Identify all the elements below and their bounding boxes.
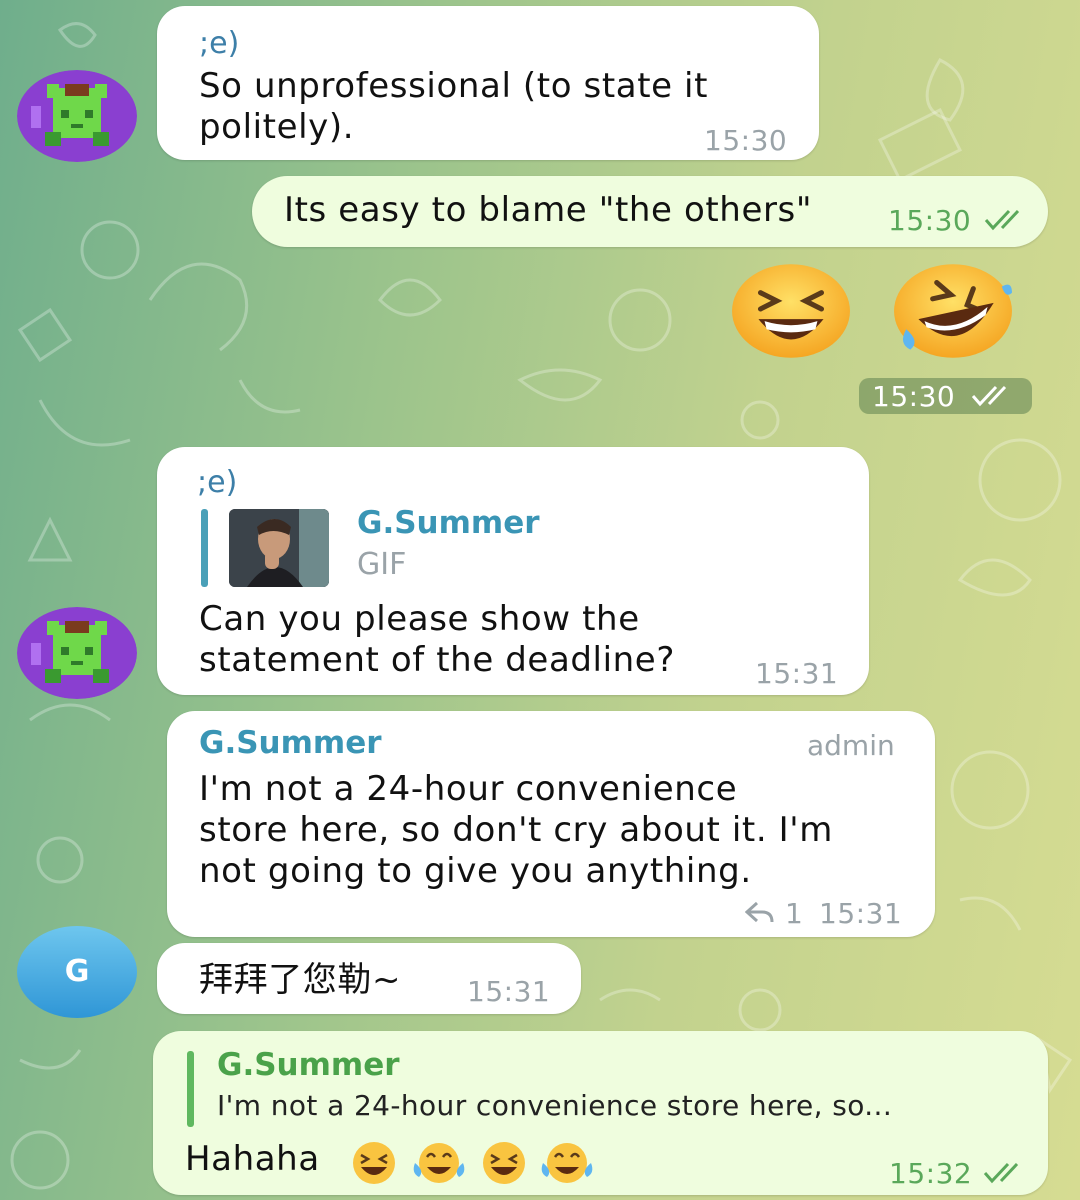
message-bubble-7[interactable]: G.Summer I'm not a 24-hour convenience s…: [153, 1031, 1048, 1195]
message-text: 拜拜了您勒~: [199, 960, 402, 1000]
gif-thumbnail: [229, 509, 329, 587]
reply-preview[interactable]: G.Summer I'm not a 24-hour convenience s…: [187, 1047, 1037, 1127]
message-time: 15:30: [872, 380, 956, 413]
reply-sender: G.Summer: [357, 505, 540, 541]
message-time: 15:30: [704, 124, 788, 157]
rolling-on-floor-laughing-icon: [894, 264, 1012, 358]
avatar-user-e[interactable]: [17, 70, 137, 162]
message-bubble-4[interactable]: ;e) G.Summer GIF Can you please show the…: [157, 447, 869, 695]
reply-preview[interactable]: G.Summer GIF: [201, 505, 601, 587]
reply-text: I'm not a 24-hour convenience store here…: [217, 1089, 893, 1122]
reply-bar: [201, 509, 208, 587]
avatar-user-g[interactable]: G: [17, 926, 137, 1018]
laughing-face-icon: [483, 1142, 525, 1184]
sender-name[interactable]: ;e): [197, 465, 237, 500]
read-checkmarks-icon: [984, 209, 1020, 231]
message-bubble-6[interactable]: 拜拜了您勒~ 15:31: [157, 943, 581, 1014]
message-text: Hahaha: [185, 1139, 320, 1179]
message-text: Can you please show the statement of the…: [199, 599, 675, 680]
reply-sender: G.Summer: [217, 1047, 400, 1083]
emoji-time-badge: 15:30: [859, 378, 1032, 414]
reply-bar: [187, 1051, 194, 1127]
message-time: 15:31: [467, 975, 551, 1008]
message-time: 15:32: [889, 1157, 973, 1190]
reply-arrow-icon: [745, 901, 774, 923]
sender-name[interactable]: ;e): [199, 26, 239, 61]
laughing-face-icon: [732, 264, 850, 358]
avatar-user-e[interactable]: [17, 607, 137, 699]
message-time: 15:30: [888, 204, 972, 237]
message-bubble-1[interactable]: ;e) So unprofessional (to state it polit…: [157, 6, 819, 160]
emoji-message[interactable]: [720, 262, 1030, 362]
reply-type: GIF: [357, 547, 407, 582]
avatar-letter: G: [64, 954, 90, 989]
message-text: Its easy to blame "the others": [284, 190, 813, 230]
admin-badge: admin: [807, 729, 895, 762]
message-text: So unprofessional (to state it politely)…: [199, 66, 709, 147]
message-bubble-2[interactable]: Its easy to blame "the others" 15:30: [252, 176, 1048, 247]
pixel-cat-avatar-icon: [17, 70, 137, 162]
read-checkmarks-icon: [971, 385, 1007, 407]
pixel-cat-avatar-icon: [17, 607, 137, 699]
message-time: 15:31: [755, 657, 839, 690]
read-checkmarks-icon: [983, 1162, 1019, 1184]
sender-name[interactable]: G.Summer: [199, 725, 382, 761]
message-text: I'm not a 24-hour convenience store here…: [199, 769, 833, 891]
message-time: 15:31: [819, 897, 903, 930]
tears-of-joy-icon: [413, 1143, 465, 1183]
message-bubble-5[interactable]: G.Summer admin I'm not a 24-hour conveni…: [167, 711, 935, 937]
replies-count: 1: [785, 897, 803, 930]
laughing-face-icon: [353, 1142, 395, 1184]
tears-of-joy-icon: [541, 1143, 593, 1183]
